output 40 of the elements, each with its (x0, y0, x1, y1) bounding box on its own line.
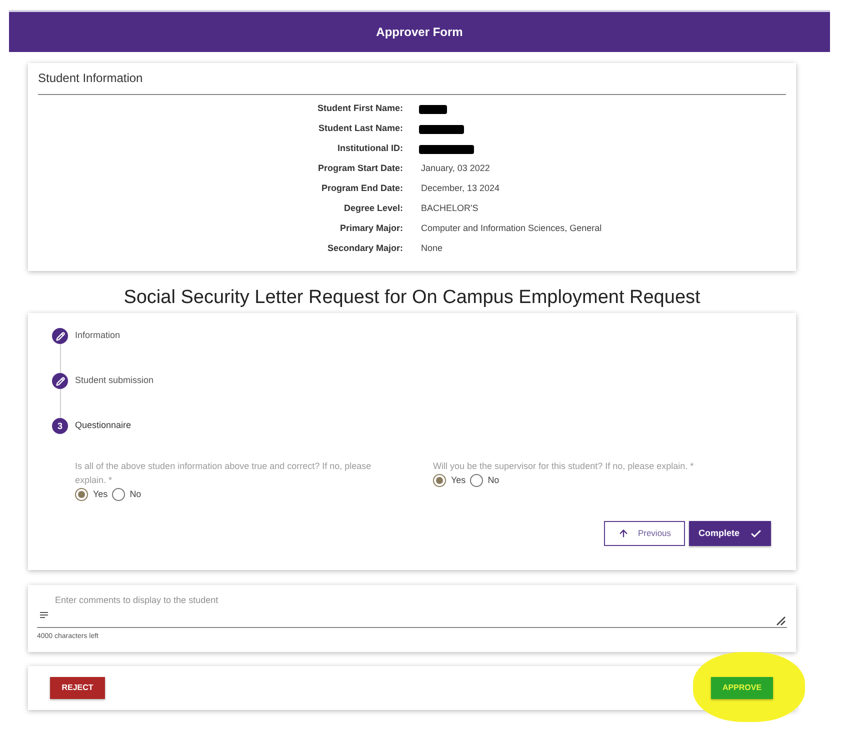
question-text: Will you be the supervisor for this student? If no, please explain. * (433, 460, 695, 473)
radio-button[interactable] (75, 488, 88, 502)
radio-label: No (130, 488, 142, 501)
field-label: Secondary Major: (326, 242, 403, 256)
pencil-icon (52, 328, 68, 344)
field-label: Program End Date: (320, 182, 403, 196)
complete-button[interactable]: Complete (689, 521, 771, 546)
field-label: Institutional ID: (336, 142, 403, 156)
previous-button[interactable]: Previous (604, 521, 685, 546)
radio-button[interactable] (112, 488, 125, 502)
radio-label: No (488, 474, 500, 487)
field-value: Computer and Information Sciences, General (421, 222, 602, 236)
field-value: BACHELOR'S (421, 202, 478, 216)
field-label: Degree Level: (342, 202, 403, 216)
step-number: 3 (52, 418, 68, 434)
field-label: Program Start Date: (316, 162, 403, 176)
header-title: Approver Form (376, 24, 463, 41)
arrow-up-icon (618, 528, 629, 539)
radio-label: Yes (451, 474, 466, 487)
reject-button[interactable]: REJECT (50, 677, 105, 699)
radio-button[interactable] (470, 474, 483, 488)
radio-label: Yes (93, 488, 108, 501)
step-label: Questionnaire (75, 419, 132, 432)
comment-field[interactable]: Enter comments to display to the student (37, 593, 787, 628)
card-title: Student Information (38, 70, 144, 86)
question-text: Is all of the above studen information above true and correct? If no, please explain. * (75, 460, 372, 487)
field-value: January, 03 2022 (421, 162, 490, 176)
radio-button[interactable] (433, 474, 446, 488)
field-label: Primary Major: (338, 222, 403, 236)
step-label: Information (75, 329, 120, 342)
resize-handle-icon[interactable] (776, 616, 786, 626)
field-label: Student Last Name: (317, 122, 403, 136)
field-value: None (421, 242, 443, 256)
pencil-icon (52, 373, 68, 389)
step-label: Student submission (75, 374, 154, 388)
field-value: December, 13 2024 (421, 182, 500, 196)
list-icon (40, 612, 48, 618)
field-label: Student First Name: (316, 102, 403, 116)
check-icon (750, 528, 762, 540)
request-title: Social Security Letter Request for On Campus Employment Request (122, 286, 702, 310)
